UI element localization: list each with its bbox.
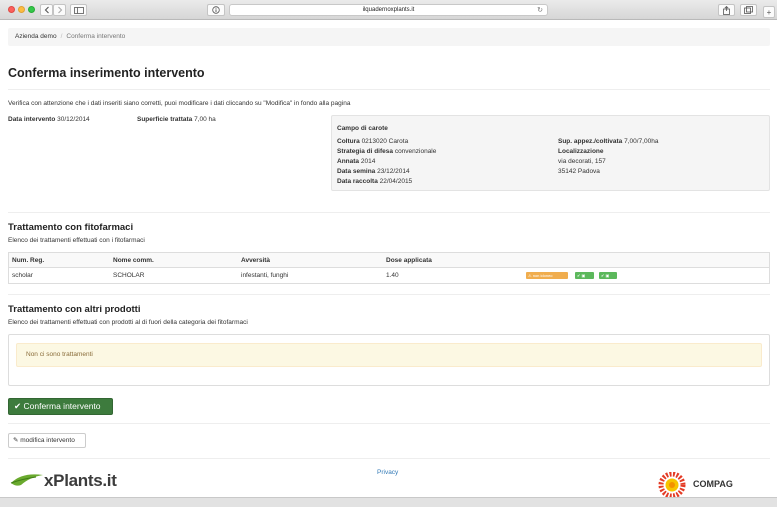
coltura-label: Coltura bbox=[337, 138, 360, 145]
altri-panel: Non ci sono trattamenti bbox=[8, 334, 770, 386]
sup-row: Sup. appez./coltivata 7,00/7,00ha bbox=[558, 137, 658, 147]
pencil-icon: ✎ bbox=[13, 437, 19, 444]
xplants-logo-text: xPlants.it bbox=[44, 471, 117, 490]
edit-label: modifica intervento bbox=[20, 437, 75, 444]
annata-row: Annata 2014 bbox=[337, 157, 375, 167]
non-idoneo-badge[interactable]: ⚠ non idoneo bbox=[526, 272, 568, 279]
loc-label: Localizzazione bbox=[558, 148, 604, 155]
col-num-reg: Num. Reg. bbox=[12, 257, 45, 264]
table-header: Num. Reg. Nome comm. Avversità Dose appl… bbox=[9, 253, 769, 268]
forward-icon[interactable] bbox=[53, 4, 66, 16]
cart-icon: ▣ bbox=[605, 273, 610, 278]
breadcrumb-separator: / bbox=[60, 33, 63, 40]
date-value: 30/12/2014 bbox=[57, 116, 90, 123]
annata-label: Annata bbox=[337, 158, 360, 165]
divider bbox=[8, 458, 770, 459]
sidebar-icon[interactable] bbox=[70, 4, 87, 16]
compag-logo[interactable]: COMPAG bbox=[658, 471, 733, 500]
new-tab-icon[interactable]: + bbox=[763, 6, 775, 18]
area-label: Superficie trattata bbox=[137, 116, 193, 123]
url-text: ilquadernoxplants.it bbox=[362, 7, 415, 13]
window-bottom-bar bbox=[0, 497, 777, 507]
semina-label: Data semina bbox=[337, 168, 376, 175]
raccolta-value: 22/04/2015 bbox=[379, 178, 413, 185]
back-icon[interactable] bbox=[40, 4, 53, 16]
fitofarmaci-table: Num. Reg. Nome comm. Avversità Dose appl… bbox=[8, 252, 770, 284]
col-avversita: Avversità bbox=[241, 257, 271, 264]
altri-subtitle: Elenco dei trattamenti effettuati con pr… bbox=[8, 319, 248, 326]
cell-nome-comm: SCHOLAR bbox=[113, 272, 145, 279]
compag-emblem-icon bbox=[658, 471, 686, 499]
confirm-button[interactable]: ✔ Conferma intervento bbox=[8, 398, 113, 415]
empty-alert: Non ci sono trattamenti bbox=[16, 343, 762, 367]
breadcrumb: Azienda demo / Conferma intervento bbox=[8, 28, 770, 46]
privacy-link[interactable]: Privacy bbox=[377, 469, 398, 476]
edit-button[interactable]: ✎ modifica intervento bbox=[8, 433, 86, 448]
page-title: Conferma inserimento intervento bbox=[8, 66, 205, 80]
xplants-logo[interactable]: xPlants.it bbox=[10, 471, 117, 490]
sup-label: Sup. appez./coltivata bbox=[558, 138, 623, 145]
check-cart-badge[interactable]: ✔ ▣ bbox=[599, 272, 617, 279]
info-icon[interactable] bbox=[207, 4, 225, 16]
minimize-window-button[interactable] bbox=[18, 6, 25, 13]
divider bbox=[8, 89, 770, 90]
divider bbox=[8, 212, 770, 213]
strategia-value: convenzionale bbox=[394, 148, 437, 155]
fitofarmaci-subtitle: Elenco dei trattamenti effettuati con i … bbox=[8, 237, 145, 244]
fitofarmaci-title: Trattamento con fitofarmaci bbox=[8, 222, 134, 233]
date-intervento: Data intervento 30/12/2014 bbox=[8, 116, 90, 123]
raccolta-label: Data raccolta bbox=[337, 178, 378, 185]
warning-icon: ⚠ bbox=[528, 273, 532, 278]
breadcrumb-item-azienda[interactable]: Azienda demo bbox=[15, 33, 57, 40]
check-icon: ✔ bbox=[14, 401, 22, 411]
divider bbox=[8, 423, 770, 424]
semina-row: Data semina 23/12/2014 bbox=[337, 167, 410, 177]
address-bar[interactable]: ilquadernoxplants.it ↻ bbox=[229, 4, 548, 16]
cell-dose: 1.40 bbox=[386, 272, 399, 279]
field-info-panel: Campo di carote Coltura 0213020 Carota S… bbox=[331, 115, 770, 191]
col-nome-comm: Nome comm. bbox=[113, 257, 154, 264]
browser-toolbar: ilquadernoxplants.it ↻ + bbox=[0, 0, 777, 20]
leaf-icon bbox=[10, 474, 43, 486]
coltura-row: Coltura 0213020 Carota bbox=[337, 137, 408, 147]
area-value: 7,00 ha bbox=[194, 116, 216, 123]
loc-line2: 35142 Padova bbox=[558, 168, 600, 175]
compag-logo-text: COMPAG bbox=[693, 479, 733, 489]
intro-text: Verifica con attenzione che i dati inser… bbox=[8, 100, 351, 107]
close-window-button[interactable] bbox=[8, 6, 15, 13]
strategia-label: Strategia di difesa bbox=[337, 148, 393, 155]
date-label: Data intervento bbox=[8, 116, 56, 123]
calendar-icon: ▣ bbox=[581, 273, 586, 278]
tabs-icon[interactable] bbox=[740, 4, 757, 16]
confirm-label: Conferma intervento bbox=[23, 401, 101, 411]
annata-value: 2014 bbox=[360, 158, 376, 165]
cell-num-reg: scholar bbox=[12, 272, 33, 279]
check-calendar-badge[interactable]: ✔ ▣ bbox=[575, 272, 594, 279]
cell-avversita: infestanti, funghi bbox=[241, 272, 289, 279]
strategia-row: Strategia di difesa convenzionale bbox=[337, 147, 436, 157]
non-idoneo-label: non idoneo bbox=[532, 273, 553, 278]
field-title: Campo di carote bbox=[337, 125, 388, 132]
coltura-value: 0213020 Carota bbox=[361, 138, 409, 145]
breadcrumb-item-current: Conferma intervento bbox=[66, 33, 126, 40]
raccolta-row: Data raccolta 22/04/2015 bbox=[337, 177, 412, 187]
check-icon: ✔ bbox=[601, 273, 605, 278]
col-dose: Dose applicata bbox=[386, 257, 432, 264]
share-icon[interactable] bbox=[718, 4, 735, 16]
semina-value: 23/12/2014 bbox=[377, 168, 410, 175]
loc-label-row: Localizzazione bbox=[558, 147, 604, 157]
sup-value: 7,00/7,00ha bbox=[624, 138, 659, 145]
reload-icon[interactable]: ↻ bbox=[537, 5, 543, 16]
zoom-window-button[interactable] bbox=[28, 6, 35, 13]
table-row: scholar SCHOLAR infestanti, funghi 1.40 … bbox=[9, 268, 769, 283]
altri-title: Trattamento con altri prodotti bbox=[8, 304, 141, 315]
loc-line1: via decorati, 157 bbox=[558, 158, 606, 165]
check-icon: ✔ bbox=[577, 273, 581, 278]
superficie-trattata: Superficie trattata 7,00 ha bbox=[137, 116, 216, 123]
divider bbox=[8, 294, 770, 295]
